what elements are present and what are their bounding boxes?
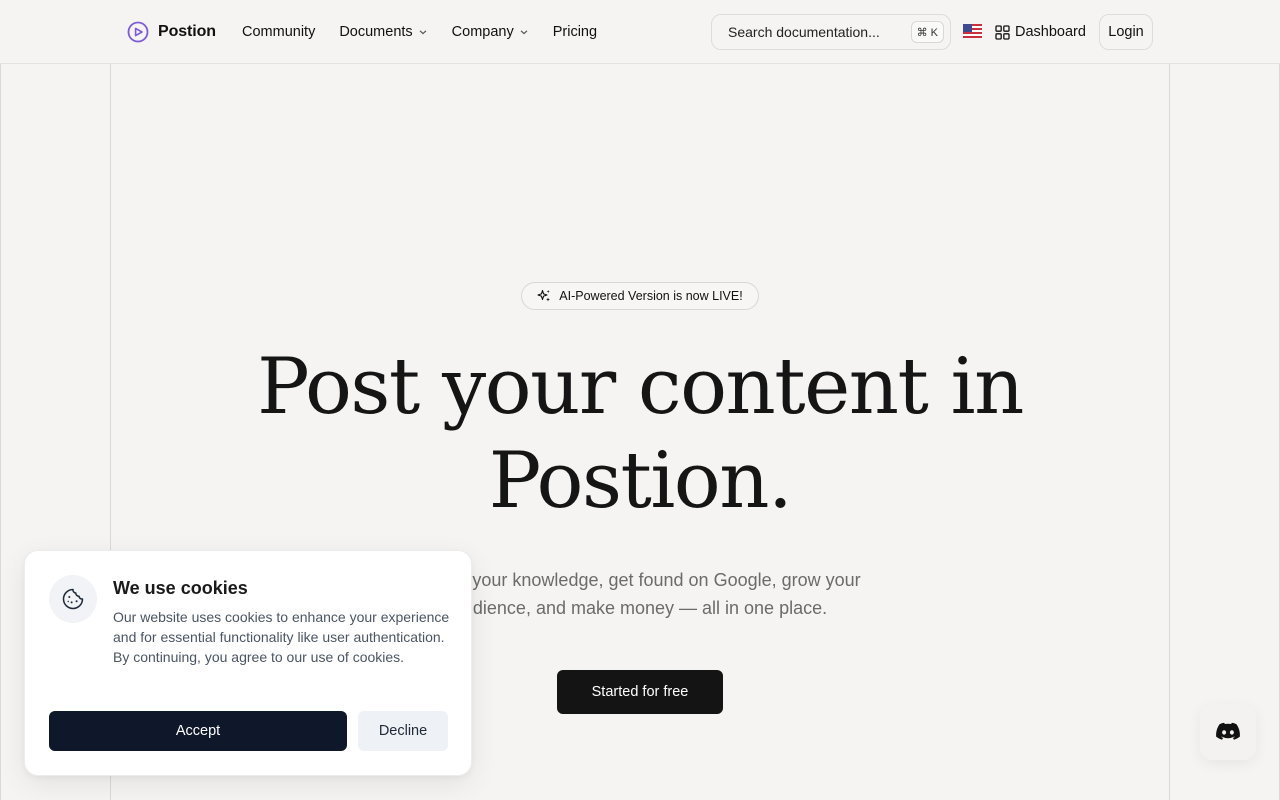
sparkles-icon: [537, 289, 551, 303]
discord-icon: [1215, 722, 1241, 742]
us-flag-icon[interactable]: [963, 24, 982, 38]
decline-cookies-button[interactable]: Decline: [358, 711, 448, 751]
dashboard-link[interactable]: Dashboard: [995, 20, 1086, 44]
nav-item-documents[interactable]: Documents: [339, 24, 427, 40]
chevron-down-icon: [418, 27, 428, 37]
top-navbar: Postion Community Documents Company Pric…: [0, 0, 1280, 64]
badge-label: AI-Powered Version is now LIVE!: [559, 289, 743, 303]
cookie-icon: [61, 587, 85, 611]
search-documentation-button[interactable]: Search documentation... ⌘ K: [711, 14, 951, 50]
nav-item-company[interactable]: Company: [452, 24, 529, 40]
discord-button[interactable]: [1200, 704, 1256, 760]
cookie-icon-container: [49, 575, 97, 623]
get-started-button[interactable]: Started for free: [557, 670, 723, 714]
frame-line-left-edge: [0, 64, 1, 800]
cookie-description: Our website uses cookies to enhance your…: [113, 609, 450, 665]
nav-item-community[interactable]: Community: [242, 24, 315, 40]
announcement-badge[interactable]: AI-Powered Version is now LIVE!: [521, 282, 759, 310]
keyboard-shortcut-badge: ⌘ K: [910, 21, 944, 43]
login-button[interactable]: Login: [1099, 14, 1153, 50]
accept-cookies-button[interactable]: Accept: [49, 711, 347, 751]
hero-title-line-2: Postion.: [488, 436, 793, 526]
main-nav: Community Documents Company Pricing: [242, 20, 621, 44]
brand-name: Postion: [158, 23, 216, 40]
brand-logo-link[interactable]: Postion: [127, 20, 216, 44]
frame-line-right: [1169, 64, 1170, 800]
dashboard-label: Dashboard: [1015, 24, 1086, 40]
nav-item-pricing[interactable]: Pricing: [553, 24, 597, 40]
nav-label: Company: [451, 24, 514, 40]
nav-label: Community: [242, 24, 316, 40]
hero-title-line-1: Post your content in: [257, 342, 1024, 432]
hero-subtitle-line-1: Share your knowledge, get found on Googl…: [419, 570, 861, 590]
cookie-consent-banner: We use cookies Our website uses cookies …: [24, 550, 472, 776]
hero-subtitle-line-2: audience, and make money — all in one pl…: [452, 598, 828, 618]
grid-icon: [995, 24, 1010, 40]
nav-label: Documents: [339, 24, 413, 40]
nav-label: Pricing: [552, 24, 598, 40]
play-circle-logo-icon: [127, 21, 149, 43]
hero-title: Post your content in Postion.: [240, 340, 1040, 528]
search-placeholder: Search documentation...: [728, 24, 880, 40]
hero-subtitle: Share your knowledge, get found on Googl…: [400, 566, 880, 622]
chevron-down-icon: [519, 27, 529, 37]
cookie-title: We use cookies: [113, 578, 248, 598]
